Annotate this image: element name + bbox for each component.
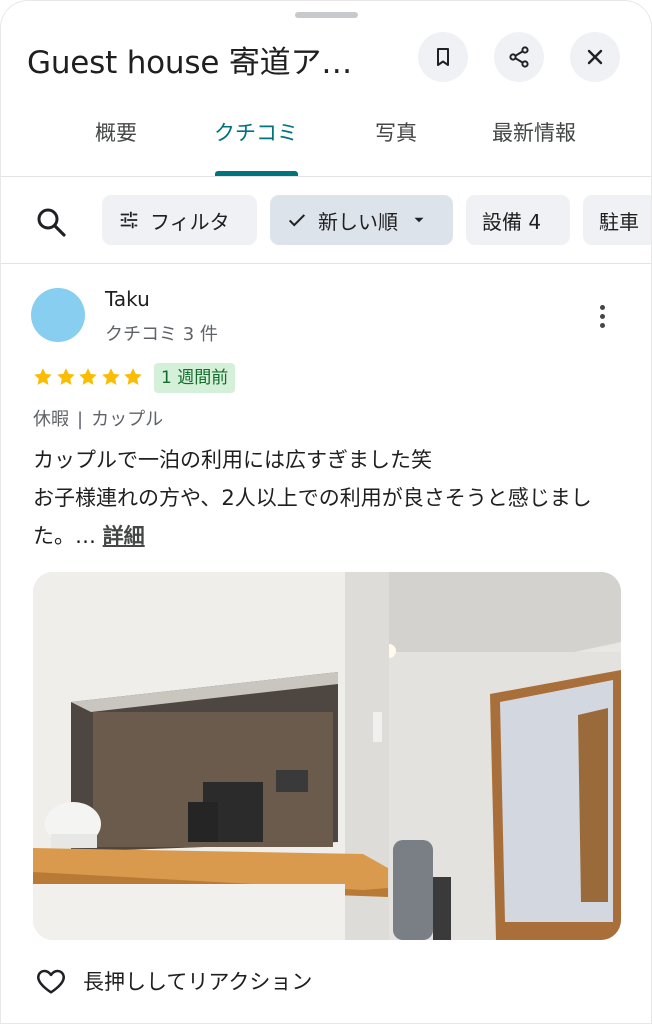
tab-reviews[interactable]: クチコミ bbox=[214, 117, 298, 147]
tab-photos[interactable]: 写真 bbox=[375, 117, 417, 147]
drag-handle[interactable] bbox=[295, 12, 358, 18]
star-rating bbox=[32, 366, 145, 388]
more-vert-icon bbox=[599, 304, 605, 310]
star-icon bbox=[101, 368, 120, 385]
parking-chip[interactable]: 駐車 bbox=[583, 195, 651, 245]
filter-bar: フィルタ 新しい順 設備 4 駐車 bbox=[1, 178, 651, 264]
room-photo-illustration bbox=[33, 572, 621, 940]
review-photo[interactable] bbox=[33, 572, 621, 940]
review-text: カップルで一泊の利用には広すぎました笑 お子様連れの方や、2人以上での利用が良さ… bbox=[33, 441, 623, 555]
heart-icon bbox=[37, 969, 65, 994]
parking-chip-label: 駐車 bbox=[599, 209, 639, 234]
review-tags: 休暇 | カップル bbox=[33, 405, 163, 431]
active-tab-indicator bbox=[215, 171, 298, 176]
place-sheet: Guest house 寄道ア… 概要 クチコミ 写真 最新情報 フィルタ 新し… bbox=[0, 0, 652, 1024]
tab-bar: 概要 クチコミ 写真 最新情報 bbox=[1, 107, 651, 177]
facility-chip[interactable]: 設備 4 bbox=[466, 195, 570, 245]
check-icon bbox=[288, 214, 306, 227]
review-line-1: カップルで一泊の利用には広すぎました笑 bbox=[33, 448, 432, 472]
facility-chip-label: 設備 4 bbox=[482, 209, 542, 234]
share-icon bbox=[509, 46, 529, 68]
reaction-label: 長押ししてリアクション bbox=[83, 970, 313, 994]
tune-icon bbox=[120, 211, 138, 229]
sort-chip[interactable]: 新しい順 bbox=[270, 195, 453, 245]
tag-trip-type: 休暇 bbox=[33, 409, 69, 430]
more-link[interactable]: 詳細 bbox=[103, 524, 145, 548]
save-button[interactable] bbox=[418, 32, 468, 82]
more-options-button[interactable] bbox=[587, 299, 617, 333]
sort-chip-label: 新しい順 bbox=[318, 209, 398, 234]
tab-overview[interactable]: 概要 bbox=[95, 117, 137, 147]
share-button[interactable] bbox=[494, 32, 544, 82]
search-icon bbox=[37, 208, 66, 237]
close-button[interactable] bbox=[570, 32, 620, 82]
dropdown-arrow-icon bbox=[414, 217, 424, 223]
author-name[interactable]: Taku bbox=[105, 287, 150, 311]
star-icon bbox=[79, 368, 97, 385]
tab-updates[interactable]: 最新情報 bbox=[492, 117, 576, 147]
reaction-button[interactable]: 長押ししてリアクション bbox=[35, 965, 312, 997]
place-title: Guest house 寄道ア… bbox=[27, 45, 353, 81]
close-icon bbox=[587, 49, 603, 65]
filter-chip[interactable]: フィルタ bbox=[102, 195, 257, 245]
star-icon bbox=[34, 368, 52, 385]
avatar[interactable] bbox=[31, 288, 85, 342]
filter-chip-label: フィルタ bbox=[150, 209, 230, 234]
bookmark-icon bbox=[437, 48, 449, 66]
time-badge: 1 週間前 bbox=[154, 363, 236, 393]
tag-companion: カップル bbox=[91, 409, 164, 430]
search-reviews-button[interactable] bbox=[33, 204, 69, 240]
star-icon bbox=[56, 368, 75, 385]
author-review-count: クチコミ 3 件 bbox=[105, 324, 218, 345]
star-icon bbox=[124, 368, 142, 385]
tag-separator: | bbox=[77, 409, 84, 430]
